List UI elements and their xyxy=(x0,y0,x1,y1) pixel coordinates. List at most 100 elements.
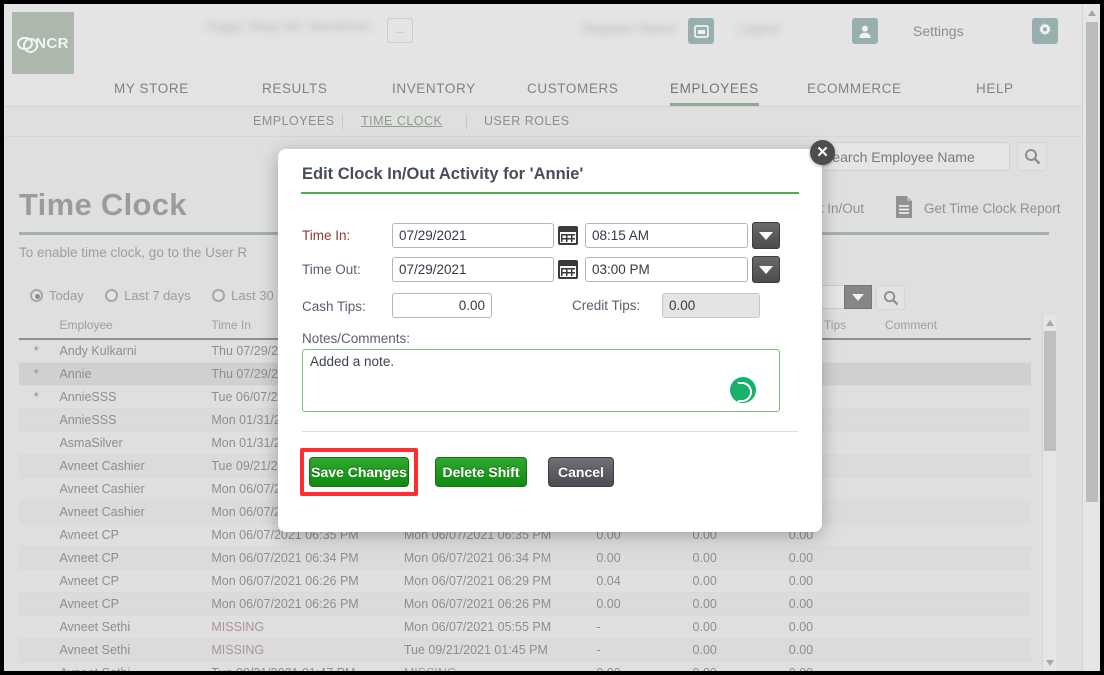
cell-credit: 0.00 xyxy=(782,592,880,616)
cell-cash: 0.00 xyxy=(686,569,783,593)
cell-comment xyxy=(879,339,1031,363)
time-out-calendar-button[interactable] xyxy=(558,257,582,282)
cancel-button[interactable]: Cancel xyxy=(548,457,614,487)
radio-last-30-days[interactable]: Last 30 xyxy=(212,288,274,303)
ncr-logo[interactable]: NCR xyxy=(12,12,74,74)
cell-time_out: Mon 06/07/2021 06:34 PM xyxy=(397,546,591,570)
time-out-date-input[interactable] xyxy=(392,257,554,282)
time-out-label: Time Out: xyxy=(302,262,361,277)
radio-last-30-days-label: Last 30 xyxy=(231,288,274,304)
cell-star: * xyxy=(19,385,54,409)
sub-navigation: EMPLOYEES TIME CLOCK USER ROLES xyxy=(4,107,1100,137)
ncr-logo-label: NCR xyxy=(35,34,69,52)
cash-tips-input[interactable] xyxy=(392,293,492,318)
subnav-item-time-clock[interactable]: TIME CLOCK xyxy=(361,114,442,128)
nav-item-inventory[interactable]: INVENTORY xyxy=(392,81,476,103)
table-scroll-up-icon[interactable] xyxy=(1046,320,1054,326)
user-icon[interactable] xyxy=(852,18,878,44)
time-in-time-input[interactable] xyxy=(585,223,748,248)
dialog-title: Edit Clock In/Out Activity for 'Annie' xyxy=(302,165,584,183)
table-row[interactable]: Avneet Sethi MISSING Mon 06/07/2021 05:55 … xyxy=(19,615,1031,639)
document-icon[interactable] xyxy=(894,195,914,219)
page-scroll-up-icon[interactable] xyxy=(1088,10,1096,16)
nav-item-my-store[interactable]: MY STORE xyxy=(114,81,189,103)
register-name-redacted: Register Name xyxy=(582,20,676,36)
table-scrollbar[interactable] xyxy=(1042,315,1056,671)
cell-time_out: Tue 09/21/2021 01:45 PM xyxy=(397,638,591,662)
table-scroll-thumb[interactable] xyxy=(1044,331,1056,451)
cell-credit: 0.00 xyxy=(782,569,880,593)
time-out-time-input[interactable] xyxy=(585,257,748,282)
close-icon[interactable]: ✕ xyxy=(810,140,835,165)
time-in-date-input[interactable] xyxy=(392,223,554,248)
nav-item-employees[interactable]: EMPLOYEES xyxy=(670,81,759,106)
table-row[interactable]: Avneet CP Mon 06/07/2021 06:34 PM Mon 06/0… xyxy=(19,546,1031,570)
range-dropdown-button[interactable] xyxy=(844,285,872,309)
cell-hours: 0.04 xyxy=(590,569,687,593)
cell-credit: 0.00 xyxy=(782,661,880,671)
table-row[interactable]: Avneet SethiTue 09/21/2021 01:47 PM MISSI… xyxy=(19,661,1031,671)
radio-today[interactable]: Today xyxy=(30,288,84,303)
table-row[interactable]: Avneet CP Mon 06/07/2021 06:26 PM Mon 06/0… xyxy=(19,592,1031,616)
nav-item-ecommerce[interactable]: ECOMMERCE xyxy=(807,81,902,103)
radio-today-dot xyxy=(30,289,43,303)
delete-shift-button[interactable]: Delete Shift xyxy=(435,457,527,487)
notes-textarea[interactable] xyxy=(302,349,780,412)
save-changes-button[interactable]: Save Changes xyxy=(309,457,409,487)
table-row[interactable]: Avneet Sethi MISSING Tue 09/21/2021 01:45 … xyxy=(19,638,1031,662)
radio-today-label: Today xyxy=(49,288,84,304)
search-input[interactable] xyxy=(814,142,1010,171)
subnav-divider-2 xyxy=(466,114,467,130)
nav-item-customers[interactable]: CUSTOMERS xyxy=(527,81,618,103)
missing-badge: MISSING xyxy=(211,620,265,634)
range-search-button[interactable] xyxy=(876,285,905,310)
radio-last-7-days[interactable]: Last 7 days xyxy=(105,288,191,303)
get-time-clock-report-link[interactable]: Get Time Clock Report xyxy=(924,201,1061,216)
time-in-dropdown-button[interactable] xyxy=(752,222,780,249)
radio-last-30-days-dot xyxy=(212,289,226,303)
cell-hours: 0.00 xyxy=(590,546,687,570)
cell-time_in: Mon 06/07/2021 06:26 PM xyxy=(205,569,398,593)
page-scrollbar[interactable] xyxy=(1082,4,1100,671)
cell-star xyxy=(19,592,54,616)
cell-comment xyxy=(879,454,1031,478)
cell-hours: - xyxy=(590,638,687,662)
cell-employee: Avneet CP xyxy=(53,569,206,593)
subnav-item-user-roles[interactable]: USER ROLES xyxy=(484,114,570,128)
nav-item-results[interactable]: RESULTS xyxy=(262,81,327,103)
nav-item-help[interactable]: HELP xyxy=(976,81,1014,103)
cell-cash: 0.00 xyxy=(686,661,783,671)
col-header-employee[interactable]: Employee xyxy=(53,315,206,340)
register-secondary-redacted: Logout xyxy=(737,20,780,36)
cell-star xyxy=(19,454,54,478)
register-icon[interactable] xyxy=(688,18,714,44)
cell-cash: 0.00 xyxy=(686,638,783,662)
edit-clock-activity-dialog: Edit Clock In/Out Activity for 'Annie' T… xyxy=(278,149,822,532)
cell-hours: - xyxy=(590,615,687,639)
table-scroll-down-icon[interactable] xyxy=(1046,660,1054,666)
cell-comment xyxy=(879,569,1031,593)
cell-star xyxy=(19,638,54,662)
chevron-down-icon xyxy=(759,265,773,274)
cell-employee: Annie xyxy=(53,362,206,386)
settings-label[interactable]: Settings xyxy=(913,23,964,39)
time-in-calendar-button[interactable] xyxy=(558,223,582,248)
cell-time_in: MISSING xyxy=(205,615,398,639)
cell-employee: Avneet Sethi xyxy=(53,638,206,662)
search-icon[interactable] xyxy=(1017,142,1047,171)
page-scroll-thumb[interactable] xyxy=(1086,22,1098,502)
ncr-logo-text: NCR xyxy=(17,34,69,53)
time-out-dropdown-button[interactable] xyxy=(752,256,780,283)
cell-comment xyxy=(879,477,1031,501)
credit-tips-value xyxy=(662,293,760,318)
cell-time_out: Mon 06/07/2021 06:26 PM xyxy=(397,592,591,616)
cell-credit: 0.00 xyxy=(782,546,880,570)
col-header-comment[interactable]: Comment xyxy=(879,315,1031,340)
table-row[interactable]: Avneet CP Mon 06/07/2021 06:26 PM Mon 06/0… xyxy=(19,569,1031,593)
subnav-item-employees[interactable]: EMPLOYEES xyxy=(253,114,335,128)
cell-employee: Avneet CP xyxy=(53,592,206,616)
store-more-button[interactable]: ... xyxy=(387,18,413,43)
main-navigation: MY STORE RESULTS INVENTORY CUSTOMERS EMP… xyxy=(4,74,1100,107)
credit-tips-label: Credit Tips: xyxy=(572,298,641,313)
gear-icon[interactable] xyxy=(1032,18,1058,44)
